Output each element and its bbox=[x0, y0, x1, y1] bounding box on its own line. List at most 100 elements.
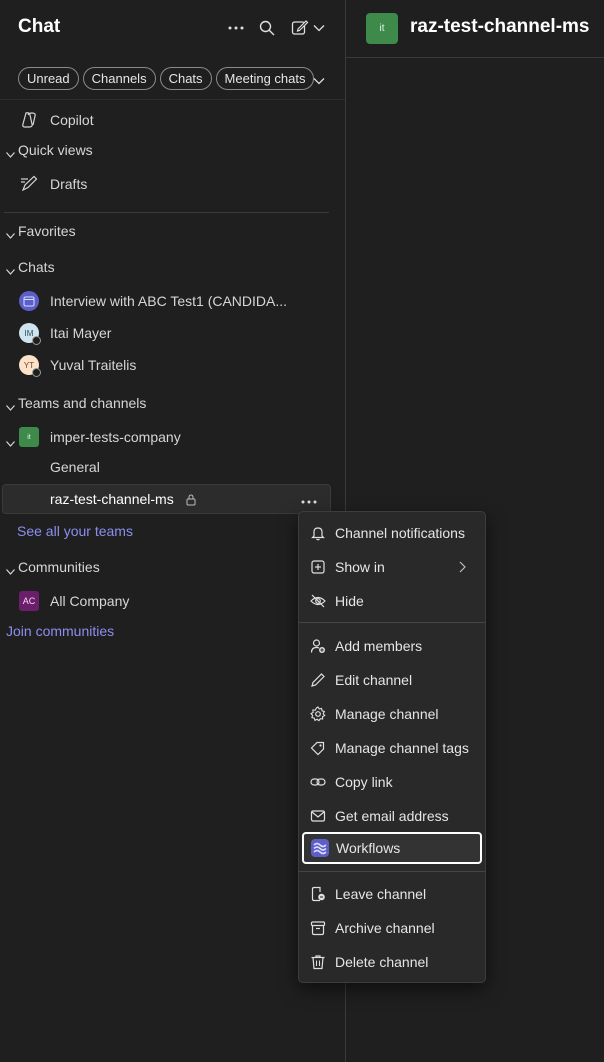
new-chat-icon[interactable] bbox=[291, 16, 309, 40]
drafts-icon bbox=[18, 173, 40, 195]
avatar: IM bbox=[19, 323, 41, 345]
meeting-avatar bbox=[18, 290, 40, 312]
menu-item-label: Manage channel tags bbox=[335, 740, 469, 756]
team-item-imper-tests-company[interactable]: it imper-tests-company bbox=[0, 422, 345, 452]
menu-item-label: Leave channel bbox=[335, 886, 427, 902]
link-icon bbox=[309, 773, 327, 791]
menu-item-edit-channel[interactable]: Edit channel bbox=[299, 664, 485, 696]
page-title: Chat bbox=[18, 16, 61, 37]
filter-meeting-chats[interactable]: Meeting chats bbox=[215, 67, 315, 90]
filter-chats[interactable]: Chats bbox=[159, 67, 212, 90]
filter-unread[interactable]: Unread bbox=[18, 67, 79, 90]
section-chats[interactable]: Chats bbox=[0, 252, 345, 282]
section-communities[interactable]: Communities bbox=[0, 552, 345, 582]
section-quick-views[interactable]: Quick views bbox=[0, 135, 345, 165]
menu-item-manage-channel[interactable]: Manage channel bbox=[299, 698, 485, 730]
pencil-icon bbox=[309, 671, 327, 689]
menu-item-leave-channel[interactable]: Leave channel bbox=[299, 878, 485, 910]
filter-channels[interactable]: Channels bbox=[82, 67, 156, 90]
channel-item-label: General bbox=[50, 459, 100, 475]
link-label: Join communities bbox=[6, 623, 115, 639]
menu-item-channel-notifications[interactable]: Channel notifications bbox=[299, 517, 485, 549]
section-label: Favorites bbox=[18, 223, 76, 239]
sidebar-item-label: Copilot bbox=[50, 112, 94, 128]
tag-icon bbox=[309, 739, 327, 757]
calendar-icon bbox=[23, 296, 35, 307]
menu-item-label: Edit channel bbox=[335, 672, 413, 688]
eye-off-icon bbox=[309, 592, 327, 610]
menu-item-get-email-address[interactable]: Get email address bbox=[299, 800, 485, 832]
sidebar-item-label: Drafts bbox=[50, 176, 88, 192]
copilot-icon bbox=[18, 109, 40, 131]
chat-item-yuval-traitelis[interactable]: YT Yuval Traitelis bbox=[0, 350, 345, 380]
search-icon[interactable] bbox=[259, 16, 275, 40]
menu-item-archive-channel[interactable]: Archive channel bbox=[299, 912, 485, 944]
section-label: Communities bbox=[18, 559, 100, 575]
menu-item-copy-link[interactable]: Copy link bbox=[299, 766, 485, 798]
menu-item-show-in[interactable]: Show in bbox=[299, 551, 485, 583]
chat-sidebar: Chat Unread Channels Chats Meeting chats bbox=[0, 0, 345, 1062]
chevron-down-icon[interactable] bbox=[313, 16, 325, 40]
teams-app: Chat Unread Channels Chats Meeting chats bbox=[0, 0, 604, 1062]
menu-item-label: Delete channel bbox=[335, 954, 429, 970]
person-add-icon bbox=[309, 637, 327, 655]
chevron-down-icon bbox=[6, 562, 15, 578]
community-item-all-company[interactable]: AC All Company bbox=[0, 586, 345, 616]
menu-item-delete-channel[interactable]: Delete channel bbox=[299, 946, 485, 978]
chat-item-label: Interview with ABC Test1 (CANDIDA... bbox=[50, 293, 288, 309]
menu-item-label: Hide bbox=[335, 593, 364, 609]
presence-status-icon bbox=[32, 368, 41, 377]
channel-item-label: raz-test-channel-ms bbox=[50, 491, 174, 507]
menu-divider bbox=[299, 622, 485, 623]
gear-icon bbox=[309, 705, 327, 723]
plus-square-icon bbox=[309, 558, 327, 576]
channel-header: it raz-test-channel-ms bbox=[346, 0, 604, 58]
avatar-wrapper: YT bbox=[18, 354, 41, 377]
sidebar-item-drafts[interactable]: Drafts bbox=[0, 169, 345, 199]
join-communities-link[interactable]: Join communities bbox=[0, 616, 345, 646]
avatar-wrapper: IM bbox=[18, 322, 41, 345]
section-favorites[interactable]: Favorites bbox=[0, 216, 345, 246]
chevron-down-icon bbox=[6, 145, 15, 161]
section-label: Chats bbox=[18, 259, 55, 275]
see-all-teams-link[interactable]: See all your teams bbox=[0, 516, 345, 546]
section-teams-and-channels[interactable]: Teams and channels bbox=[0, 388, 345, 418]
chevron-right-icon bbox=[459, 560, 466, 576]
more-options-icon[interactable] bbox=[228, 16, 244, 40]
team-avatar-initials: it bbox=[19, 427, 39, 447]
trash-icon bbox=[309, 953, 327, 971]
channel-title: raz-test-channel-ms bbox=[410, 16, 590, 37]
lock-icon bbox=[186, 493, 196, 509]
filters-chevron-down-icon[interactable] bbox=[313, 72, 325, 90]
chevron-down-icon bbox=[6, 434, 15, 450]
community-avatar: AC bbox=[18, 590, 40, 612]
team-item-label: imper-tests-company bbox=[50, 429, 181, 445]
header-divider bbox=[0, 99, 345, 100]
presence-status-icon bbox=[32, 336, 41, 345]
menu-item-manage-channel-tags[interactable]: Manage channel tags bbox=[299, 732, 485, 764]
avatar: YT bbox=[19, 355, 41, 377]
archive-icon bbox=[309, 919, 327, 937]
chat-item-label: Itai Mayer bbox=[50, 325, 112, 341]
sidebar-item-copilot[interactable]: Copilot bbox=[0, 105, 345, 135]
menu-item-label: Archive channel bbox=[335, 920, 435, 936]
section-label: Teams and channels bbox=[18, 395, 147, 411]
menu-item-label: Copy link bbox=[335, 774, 393, 790]
channel-item-raz-test-channel-ms[interactable]: raz-test-channel-ms bbox=[0, 484, 345, 514]
team-avatar: it bbox=[18, 426, 40, 448]
sidebar-divider bbox=[4, 212, 329, 213]
menu-item-add-members[interactable]: Add members bbox=[299, 630, 485, 662]
menu-item-hide[interactable]: Hide bbox=[299, 585, 485, 617]
mail-icon bbox=[309, 807, 327, 825]
chat-item-label: Yuval Traitelis bbox=[50, 357, 137, 373]
chat-item-interview[interactable]: Interview with ABC Test1 (CANDIDA... bbox=[0, 286, 345, 316]
channel-item-general[interactable]: General bbox=[0, 452, 345, 482]
channel-avatar: it bbox=[366, 13, 398, 44]
chat-item-itai-mayer[interactable]: IM Itai Mayer bbox=[0, 318, 345, 348]
filter-chips: Unread Channels Chats Meeting chats bbox=[18, 67, 315, 90]
menu-item-workflows[interactable]: Workflows bbox=[302, 832, 482, 864]
channel-more-options-icon[interactable] bbox=[301, 491, 317, 509]
menu-item-label: Get email address bbox=[335, 808, 449, 824]
section-label: Quick views bbox=[18, 142, 93, 158]
leave-icon bbox=[309, 885, 327, 903]
